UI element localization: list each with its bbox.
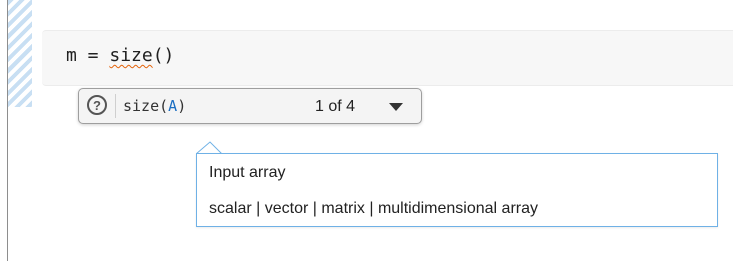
cell-status-stripe [8, 0, 32, 107]
tooltip-divider [115, 94, 116, 118]
function-signature: size(A) [123, 96, 186, 116]
argument-description: Input array [209, 164, 286, 181]
code-assignment: m = [66, 45, 110, 66]
code-line[interactable]: m = size() [66, 44, 174, 68]
argument-help-tooltip: Input array scalar | vector | matrix | m… [196, 153, 718, 227]
code-function-name: size [109, 45, 153, 66]
argument-type-options: scalar | vector | matrix | multidimensio… [209, 200, 539, 217]
signature-prefix: size( [123, 97, 169, 115]
signature-argument: A [168, 97, 178, 115]
help-glyph: ? [93, 97, 101, 113]
caret-down-icon[interactable] [387, 100, 405, 114]
help-circle-icon[interactable]: ? [87, 95, 107, 115]
signature-suffix: ) [177, 97, 187, 115]
code-parentheses: () [152, 45, 175, 66]
overload-counter: 1 of 4 [315, 98, 356, 115]
live-editor-canvas: m = size() ? size(A) 1 of 4 Input array … [0, 0, 733, 261]
function-signature-tooltip: ? size(A) 1 of 4 [78, 88, 422, 124]
